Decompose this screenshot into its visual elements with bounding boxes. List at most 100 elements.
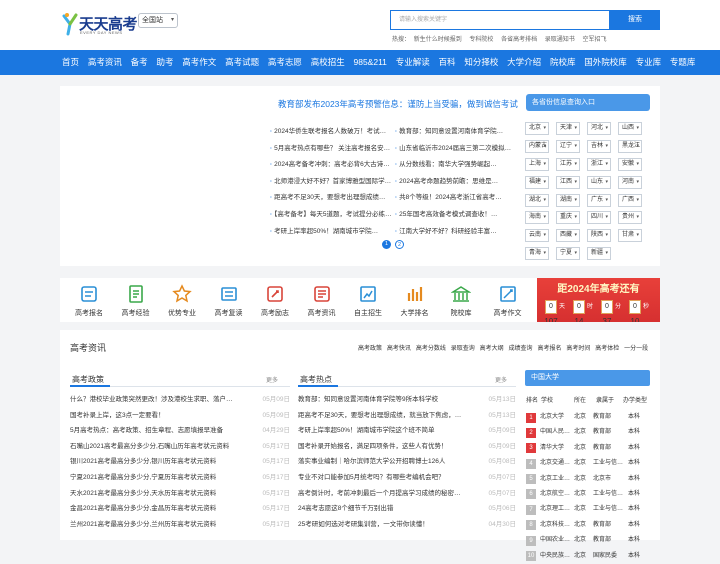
list-item[interactable]: 教育部：知同意设置河南体育学院等9所本科学校 05月13日 [298,392,516,408]
list-item-title[interactable]: 5月高考热点：高考政策、招生章程、志愿填报早准备 [70,423,250,439]
list-item[interactable]: 5月高考热点：高考政策、招生章程、志愿填报早准备 04月29日 [70,423,290,439]
hot-search-term[interactable]: 录取通知书 [545,37,575,43]
province-select[interactable]: 福建 [525,175,549,189]
main-news-link[interactable]: 高考政策 [358,346,382,352]
nav-item[interactable]: 高校招生 [311,50,345,75]
main-news-link[interactable]: 高考分数线 [416,346,446,352]
nav-item[interactable]: 专业库 [636,50,662,75]
list-item-title[interactable]: 国考补录开始报名，满足四项条件，这些人有优势！ [298,439,478,455]
main-news-link[interactable]: 高考时间 [566,346,590,352]
list-item[interactable]: 宁夏2021高考最高分多少分,宁夏历年高考状元资料 05月17日 [70,470,290,486]
province-select[interactable]: 安徽 [618,157,642,171]
hot-search-term[interactable]: 各省高考排档 [501,37,537,43]
hot-more-link[interactable]: 更多 [495,375,507,384]
list-item-title[interactable]: 25考研如何选对考研集训营，一文带你读懂！ [298,517,478,533]
province-select[interactable]: 河北 [587,122,611,135]
province-select[interactable]: 新疆 [587,247,611,261]
province-select[interactable]: 吉林 [587,139,611,153]
province-select[interactable]: 江西 [556,175,580,189]
table-row[interactable]: 3 清华大学 北京 教育部 本科 [526,441,650,456]
list-item-title[interactable]: 兰州2021高考最高分多少分,兰州历年高考状元资料 [70,517,250,533]
list-item[interactable]: 24高考志愿这8个细节千万别出错 05月06日 [298,501,516,517]
nav-item[interactable]: 985&211 [354,50,387,75]
category-item[interactable]: 院校库 [437,284,485,320]
news-item[interactable]: 从分数线看：南华大学强势崛起… [395,157,517,174]
news-headline[interactable]: 教育部发布2023年高考预警信息：谨防上当受骗，做到诚信考试 [278,98,518,110]
list-item-title[interactable]: 24高考志愿这8个细节千万别出错 [298,501,478,517]
university-name[interactable]: 中央民族… [540,549,570,564]
news-item[interactable]: 北师港浸大好不好？首家博雅型国际学… [270,174,392,191]
province-select[interactable]: 内蒙古 [525,139,549,153]
list-item-title[interactable]: 专业不对口能参加5月统考吗？有哪些考编机会吧？ [298,470,478,486]
province-select[interactable]: 山东 [587,175,611,189]
news-item[interactable]: 教育部：知同意设置河南体育学院… [395,124,517,141]
list-item[interactable]: 专业不对口能参加5月统考吗？有哪些考编机会吧？ 05月07日 [298,470,516,486]
main-news-link[interactable]: 高考大纲 [480,346,504,352]
list-item-title[interactable]: 国考补录上岸，这3点一定要看！ [70,408,250,424]
table-row[interactable]: 9 中国农业… 北京 教育部 本科 [526,533,650,548]
policy-more-link[interactable]: 更多 [266,375,278,384]
province-select[interactable]: 北京 [525,122,549,135]
list-item-title[interactable]: 石嘴山2021高考最高分多少分,石嘴山历年高考状元资料 [70,439,250,455]
nav-item[interactable]: 国外院校库 [584,50,627,75]
news-item[interactable]: 5月高考热点有哪些？ 关注高考报名安排… [270,141,392,158]
news-item[interactable]: 2024高考命题趋势前瞻：思维是… [395,174,517,191]
main-news-link[interactable]: 高考快讯 [387,346,411,352]
province-select[interactable]: 江苏 [556,157,580,171]
province-select[interactable]: 重庆 [556,211,580,225]
province-select[interactable]: 湖北 [525,193,549,207]
list-item-title[interactable]: 教育部：知同意设置河南体育学院等9所本科学校 [298,392,478,408]
university-name[interactable]: 北京交通… [540,456,570,471]
table-row[interactable]: 4 北京交通… 北京 工业与信… 本科 [526,456,650,471]
list-item[interactable]: 天水2021高考最高分多少分,天水历年高考状元资料 05月17日 [70,486,290,502]
list-item[interactable]: 金昌2021高考最高分多少分,金昌历年高考状元资料 05月17日 [70,501,290,517]
table-row[interactable]: 2 中国人民… 北京 教育部 本科 [526,425,650,440]
main-news-link[interactable]: 高考体检 [595,346,619,352]
province-select[interactable]: 海南 [525,211,549,225]
province-select[interactable]: 贵州 [618,211,642,225]
news-item[interactable]: 2024高考备考冲刺：高考必背6大古诗… [270,157,392,174]
news-item[interactable]: 共8个等级！2024高考浙江省高考… [395,190,517,207]
news-item[interactable]: 江南大学好不好？科研经验丰富… [395,224,517,241]
list-item[interactable]: 银川2021高考最高分多少分,银川历年高考状元资料 05月17日 [70,454,290,470]
university-name[interactable]: 北京航空… [540,487,570,502]
university-name[interactable]: 北京科技… [540,518,570,533]
province-select[interactable]: 广东 [587,193,611,207]
nav-item[interactable]: 专题库 [670,50,696,75]
list-item-title[interactable]: 宁夏2021高考最高分多少分,宁夏历年高考状元资料 [70,470,250,486]
category-item[interactable]: 高考励志 [251,284,299,320]
main-news-link[interactable]: 高考报名 [537,346,561,352]
nav-item[interactable]: 知分择校 [464,50,498,75]
region-selector[interactable]: 全国站 ▾ [138,13,178,28]
province-select[interactable]: 青海 [525,247,549,261]
hot-search-term[interactable]: 空军招飞 [582,37,606,43]
slider-page-2[interactable]: 2 [395,240,404,249]
news-item[interactable]: 2024华侨生联考报名人数破万！考试难度… [270,124,392,141]
nav-item[interactable]: 首页 [62,50,79,75]
category-item[interactable]: 高考报名 [65,284,113,320]
list-item-title[interactable]: 什么？港校毕业政策突然更改！涉及港校生求职、落户… [70,392,250,408]
province-select[interactable]: 浙江 [587,157,611,171]
nav-item[interactable]: 备考 [131,50,148,75]
list-item[interactable]: 兰州2021高考最高分多少分,兰州历年高考状元资料 05月17日 [70,517,290,533]
list-item[interactable]: 国考补录开始报名，满足四项条件，这些人有优势！ 05月09日 [298,439,516,455]
category-item[interactable]: 高考作文 [484,284,532,320]
table-row[interactable]: 6 北京航空… 北京 工业与信… 本科 [526,487,650,502]
table-row[interactable]: 7 北京理工… 北京 工业与信… 本科 [526,502,650,517]
university-name[interactable]: 北京大学 [540,410,564,425]
category-item[interactable]: 优势专业 [158,284,206,320]
news-item[interactable]: 考研上岸率超50%！湖南城市学院… [270,224,392,241]
nav-item[interactable]: 专业解读 [396,50,430,75]
list-item[interactable]: 落实事业编制｜哈尔滨师范大学公开招聘博士126人 05月08日 [298,454,516,470]
nav-item[interactable]: 高考试题 [225,50,259,75]
province-select[interactable]: 天津 [556,122,580,135]
province-select[interactable]: 云南 [525,229,549,243]
category-item[interactable]: 大学排名 [391,284,439,320]
province-select[interactable]: 广西 [618,193,642,207]
university-name[interactable]: 中国人民… [540,425,570,440]
province-select[interactable]: 河南 [618,175,642,189]
category-item[interactable]: 高考复读 [205,284,253,320]
table-row[interactable]: 8 北京科技… 北京 教育部 本科 [526,518,650,533]
category-item[interactable]: 高考经验 [112,284,160,320]
search-button[interactable]: 搜索 [610,10,660,30]
